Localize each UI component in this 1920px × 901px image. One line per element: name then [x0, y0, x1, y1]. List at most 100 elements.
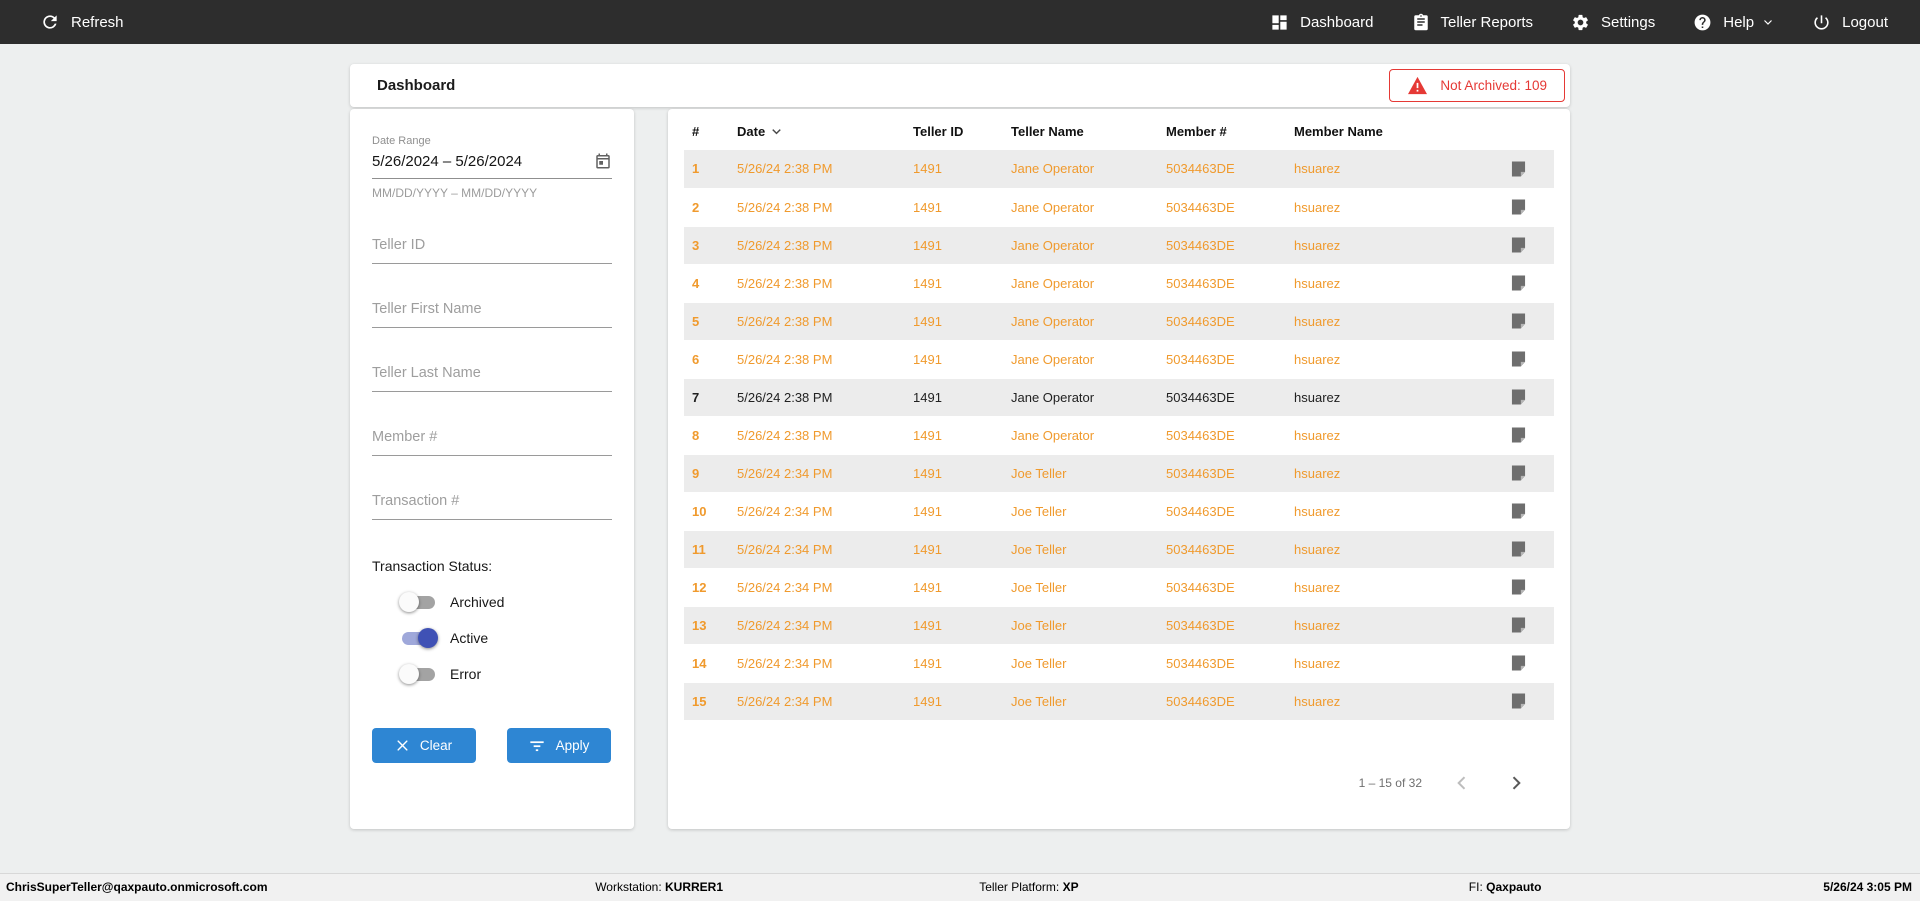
note-icon[interactable]	[1490, 693, 1546, 709]
table-row[interactable]: 2 5/26/24 2:38 PM 1491 Jane Operator 5034463…	[684, 188, 1554, 226]
cell-num: 6	[692, 351, 700, 367]
table-row[interactable]: 8 5/26/24 2:38 PM 1491 Jane Operator 5034463…	[684, 416, 1554, 454]
cell-teller-name: Joe Teller	[1011, 541, 1067, 557]
column-header-member-name[interactable]: Member Name	[1286, 111, 1482, 150]
cell-teller-id: 1491	[913, 503, 942, 519]
table-row[interactable]: 5 5/26/24 2:38 PM 1491 Jane Operator 5034463…	[684, 302, 1554, 340]
not-archived-badge[interactable]: Not Archived: 109	[1389, 69, 1565, 102]
transaction-number-input[interactable]	[372, 487, 612, 520]
topbar-item-help[interactable]: Help	[1693, 13, 1774, 32]
cell-teller-id: 1491	[913, 237, 942, 253]
pagination: 1 – 15 of 32	[1359, 769, 1530, 797]
member-number-input[interactable]	[372, 423, 612, 456]
note-icon[interactable]	[1490, 617, 1546, 633]
note-icon[interactable]	[1490, 389, 1546, 405]
cell-date: 5/26/24 2:34 PM	[737, 465, 833, 481]
table-row[interactable]: 13 5/26/24 2:34 PM 1491 Joe Teller 5034463DE…	[684, 606, 1554, 644]
cell-num: 5	[692, 313, 700, 329]
table-row[interactable]: 15 5/26/24 2:34 PM 1491 Joe Teller 5034463DE…	[684, 682, 1554, 720]
power-icon	[1812, 13, 1831, 32]
column-header-member[interactable]: Member #	[1158, 111, 1286, 150]
cell-teller-name: Jane Operator	[1011, 275, 1095, 291]
error-toggle[interactable]	[399, 663, 435, 684]
topbar-item-dashboard[interactable]: Dashboard	[1270, 13, 1374, 32]
cell-teller-name: Joe Teller	[1011, 693, 1067, 709]
teller-id-field	[372, 231, 612, 264]
chevron-left-icon[interactable]	[1448, 769, 1476, 797]
cell-date: 5/26/24 2:34 PM	[737, 541, 833, 557]
table-row[interactable]: 12 5/26/24 2:34 PM 1491 Joe Teller 5034463DE…	[684, 568, 1554, 606]
table-row[interactable]: 7 5/26/24 2:38 PM 1491 Jane Operator 5034463…	[684, 378, 1554, 416]
cell-note	[1482, 378, 1554, 416]
table-row[interactable]: 1 5/26/24 2:38 PM 1491 Jane Operator 5034463…	[684, 150, 1554, 188]
refresh-button[interactable]: Refresh	[40, 12, 124, 32]
cell-num: 15	[692, 693, 707, 709]
cell-teller-id: 1491	[913, 427, 942, 443]
cell-date: 5/26/24 2:34 PM	[737, 655, 833, 671]
topbar-item-logout[interactable]: Logout	[1812, 13, 1888, 32]
cell-member-number: 5034463DE	[1166, 579, 1235, 595]
note-icon[interactable]	[1490, 579, 1546, 595]
table-row[interactable]: 11 5/26/24 2:34 PM 1491 Joe Teller 5034463DE…	[684, 530, 1554, 568]
cell-member-name: hsuarez	[1294, 503, 1341, 519]
cell-member-name: hsuarez	[1294, 693, 1341, 709]
cell-note	[1482, 150, 1554, 188]
cell-member-name: hsuarez	[1294, 237, 1341, 253]
table-row[interactable]: 14 5/26/24 2:34 PM 1491 Joe Teller 5034463DE…	[684, 644, 1554, 682]
calendar-icon[interactable]	[594, 152, 612, 170]
table-row[interactable]: 9 5/26/24 2:34 PM 1491 Joe Teller 5034463DE h…	[684, 454, 1554, 492]
cell-note	[1482, 302, 1554, 340]
date-range-input[interactable]: 5/26/2024 – 5/26/2024	[372, 147, 612, 179]
cell-note	[1482, 188, 1554, 226]
column-header-date[interactable]: Date	[729, 111, 905, 150]
column-header-teller-name[interactable]: Teller Name	[1003, 111, 1158, 150]
note-icon[interactable]	[1490, 351, 1546, 367]
note-icon[interactable]	[1490, 237, 1546, 253]
note-icon[interactable]	[1490, 275, 1546, 291]
cell-member-number: 5034463DE	[1166, 655, 1235, 671]
table-row[interactable]: 10 5/26/24 2:34 PM 1491 Joe Teller 5034463DE…	[684, 492, 1554, 530]
note-icon[interactable]	[1490, 199, 1546, 215]
table-row[interactable]: 6 5/26/24 2:38 PM 1491 Jane Operator 5034463…	[684, 340, 1554, 378]
topbar-item-label: Help	[1723, 13, 1755, 31]
note-icon[interactable]	[1490, 161, 1546, 177]
topbar-item-settings[interactable]: Settings	[1571, 13, 1655, 32]
refresh-icon	[40, 12, 60, 32]
cell-num: 10	[692, 503, 707, 519]
cell-member-number: 5034463DE	[1166, 541, 1235, 557]
cell-date: 5/26/24 2:38 PM	[737, 199, 833, 215]
cell-member-number: 5034463DE	[1166, 351, 1235, 367]
cell-teller-name: Jane Operator	[1011, 389, 1095, 405]
note-icon[interactable]	[1490, 313, 1546, 329]
table-row[interactable]: 4 5/26/24 2:38 PM 1491 Jane Operator 5034463…	[684, 264, 1554, 302]
column-header-[interactable]: #	[684, 111, 729, 150]
cell-teller-name: Jane Operator	[1011, 237, 1095, 253]
clear-button[interactable]: Clear	[372, 728, 476, 763]
filter-icon	[529, 739, 545, 753]
note-icon[interactable]	[1490, 427, 1546, 443]
chevron-right-icon[interactable]	[1502, 769, 1530, 797]
note-icon[interactable]	[1490, 541, 1546, 557]
cell-member-name: hsuarez	[1294, 313, 1341, 329]
note-icon[interactable]	[1490, 655, 1546, 671]
cell-member-name: hsuarez	[1294, 579, 1341, 595]
apply-button[interactable]: Apply	[507, 728, 611, 763]
note-icon[interactable]	[1490, 465, 1546, 481]
cell-num: 12	[692, 579, 707, 595]
cell-teller-name: Jane Operator	[1011, 427, 1095, 443]
table-row[interactable]: 3 5/26/24 2:38 PM 1491 Jane Operator 5034463…	[684, 226, 1554, 264]
teller-id-input[interactable]	[372, 231, 612, 264]
teller-first-name-input[interactable]	[372, 295, 612, 328]
active-toggle[interactable]	[402, 627, 438, 648]
cell-teller-id: 1491	[913, 617, 942, 633]
column-header-teller-id[interactable]: Teller ID	[905, 111, 1003, 150]
cell-member-name: hsuarez	[1294, 351, 1341, 367]
teller-last-name-input[interactable]	[372, 359, 612, 392]
note-icon[interactable]	[1490, 503, 1546, 519]
main-content: Dashboard Not Archived: 109 Date Range 5…	[350, 64, 1570, 829]
archived-toggle[interactable]	[399, 591, 435, 612]
topbar-item-teller-reports[interactable]: Teller Reports	[1412, 13, 1533, 31]
member-number-field	[372, 423, 612, 456]
cell-teller-id: 1491	[913, 351, 942, 367]
help-icon	[1693, 13, 1712, 32]
